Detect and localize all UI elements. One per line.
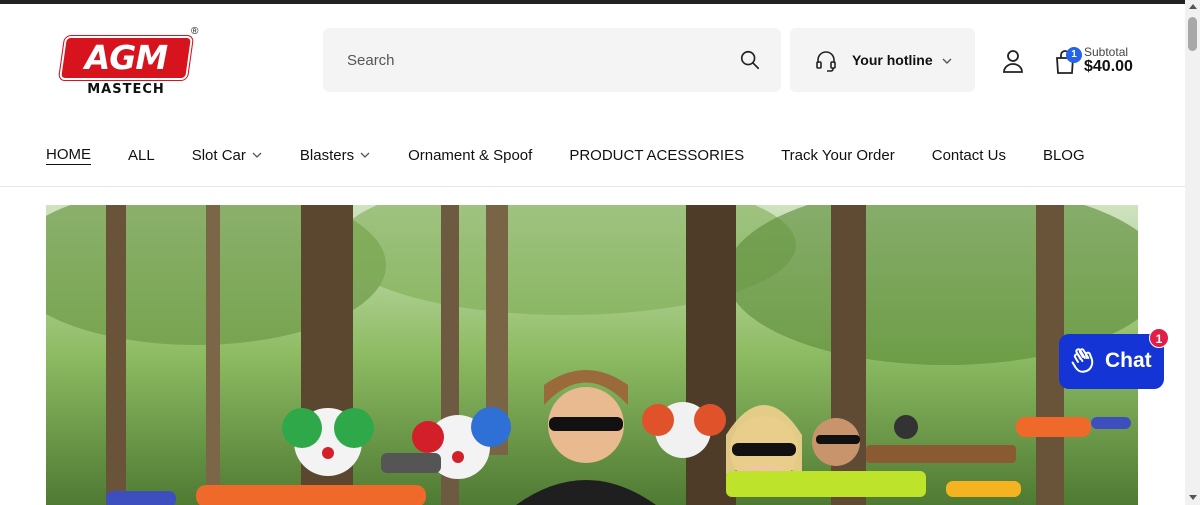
nav-item-all[interactable]: ALL bbox=[128, 147, 155, 164]
logo-sub-text: MASTECH bbox=[87, 82, 165, 97]
search-icon[interactable] bbox=[739, 49, 761, 71]
nav-item-label: Track Your Order bbox=[781, 146, 895, 164]
cart-count-badge: 1 bbox=[1066, 47, 1082, 63]
scroll-down-arrow[interactable] bbox=[1189, 495, 1197, 500]
chat-notification-badge: 1 bbox=[1149, 328, 1169, 348]
nav-item-label: Ornament & Spoof bbox=[408, 146, 533, 164]
search-input[interactable] bbox=[347, 48, 727, 72]
nav-item-slot-car[interactable]: Slot Car bbox=[192, 147, 263, 164]
vertical-scrollbar[interactable] bbox=[1185, 0, 1200, 505]
scroll-thumb[interactable] bbox=[1188, 17, 1197, 51]
nav-item-label: Slot Car bbox=[191, 146, 246, 164]
hotline-label: Your hotline bbox=[852, 52, 933, 68]
main-navigation: HOME ALL Slot Car Blasters Ornament & Sp… bbox=[46, 143, 1122, 167]
chat-button[interactable]: Chat bbox=[1059, 334, 1164, 389]
waving-hand-icon bbox=[1071, 348, 1094, 373]
hotline-dropdown[interactable]: Your hotline bbox=[790, 28, 975, 92]
nav-item-contact-us[interactable]: Contact Us bbox=[932, 147, 1006, 164]
nav-item-track-order[interactable]: Track Your Order bbox=[781, 147, 895, 164]
scroll-up-arrow[interactable] bbox=[1189, 4, 1197, 9]
registered-mark: ® bbox=[191, 26, 199, 37]
hero-banner[interactable] bbox=[46, 205, 1138, 505]
nav-item-label: PRODUCT ACESSORIES bbox=[569, 146, 745, 164]
subtotal-amount[interactable]: $40.00 bbox=[1084, 58, 1133, 76]
chevron-down-icon bbox=[360, 152, 370, 158]
logo-main-text: AGM bbox=[84, 38, 168, 77]
nav-item-blog[interactable]: BLOG bbox=[1043, 147, 1085, 164]
nav-item-label: Contact Us bbox=[931, 146, 1006, 164]
hero-image bbox=[46, 205, 1138, 505]
nav-item-label: BLOG bbox=[1042, 146, 1085, 164]
nav-item-blasters[interactable]: Blasters bbox=[300, 147, 371, 164]
nav-item-product-accessories[interactable]: PRODUCT ACESSORIES bbox=[569, 147, 744, 164]
nav-item-label: Blasters bbox=[299, 146, 355, 164]
search-box bbox=[323, 28, 781, 92]
subtotal-label: Subtotal bbox=[1084, 45, 1129, 59]
chevron-down-icon bbox=[252, 152, 262, 158]
nav-item-home[interactable]: HOME bbox=[46, 146, 91, 165]
site-header: AGM MASTECH ® Your hotline 1 Subtotal $4… bbox=[0, 4, 1185, 187]
nav-item-label: HOME bbox=[46, 145, 91, 165]
chat-label: Chat bbox=[1105, 349, 1152, 372]
chevron-down-icon bbox=[942, 58, 952, 64]
nav-item-ornament-spoof[interactable]: Ornament & Spoof bbox=[408, 147, 532, 164]
headset-icon bbox=[816, 51, 836, 72]
nav-item-label: ALL bbox=[128, 146, 155, 164]
brand-logo[interactable]: AGM MASTECH ® bbox=[58, 26, 202, 100]
user-icon[interactable] bbox=[1001, 48, 1025, 74]
